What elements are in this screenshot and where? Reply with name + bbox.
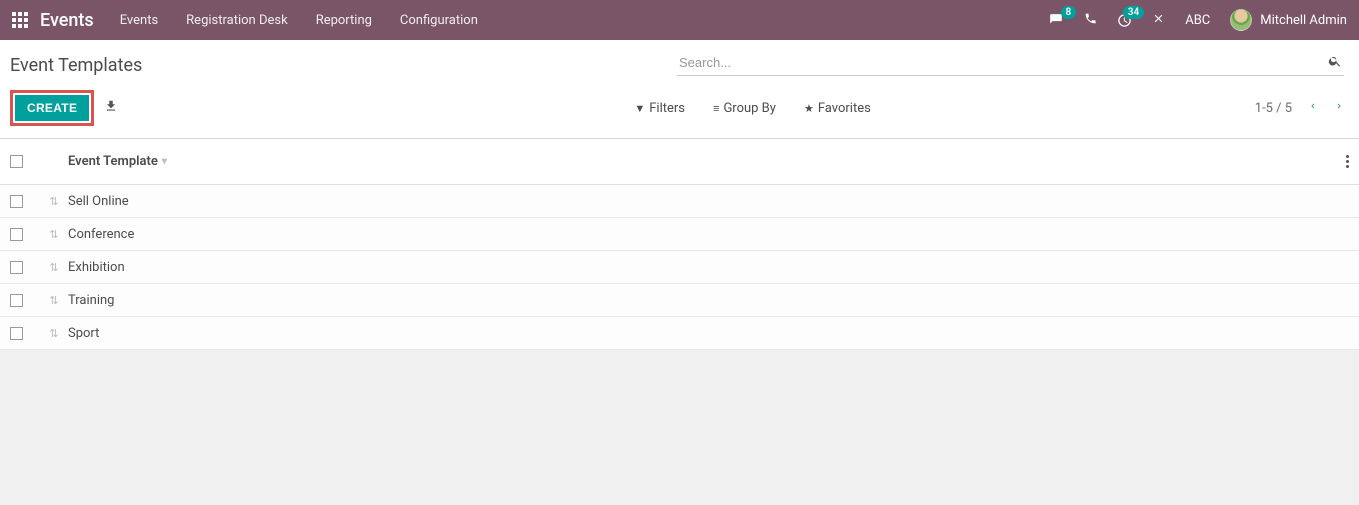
phone-button[interactable]	[1084, 12, 1097, 29]
create-highlight: CREATE	[10, 90, 94, 126]
column-header-name[interactable]: Event Template ▾	[68, 154, 1329, 169]
filters-button[interactable]: ▼ Filters	[634, 101, 685, 116]
group-by-button[interactable]: ≡ Group By	[713, 101, 776, 116]
messages-badge: 8	[1061, 6, 1077, 19]
table-row[interactable]: ⇅ Sport	[0, 317, 1359, 350]
group-by-label: Group By	[723, 101, 776, 116]
export-button[interactable]	[104, 99, 118, 117]
row-checkbox[interactable]	[10, 195, 23, 208]
row-checkbox[interactable]	[10, 327, 23, 340]
search-input[interactable]	[677, 50, 1326, 75]
activities-badge: 34	[1123, 6, 1144, 19]
chevron-left-icon	[1308, 99, 1318, 113]
pager-text[interactable]: 1-5 / 5	[1255, 101, 1292, 116]
select-all-checkbox[interactable]	[10, 155, 23, 168]
download-icon	[104, 99, 118, 113]
apps-menu-icon[interactable]	[12, 12, 28, 28]
table-row[interactable]: ⇅ Training	[0, 284, 1359, 317]
row-checkbox[interactable]	[10, 261, 23, 274]
row-name: Exhibition	[68, 260, 1349, 275]
star-icon: ★	[804, 102, 814, 115]
chevron-right-icon	[1334, 99, 1344, 113]
apps-grid-icon	[12, 12, 28, 28]
drag-handle-icon[interactable]: ⇅	[49, 327, 58, 340]
kebab-icon	[1346, 155, 1349, 168]
close-icon	[1152, 12, 1165, 25]
activities-button[interactable]: 34	[1117, 13, 1132, 28]
user-menu[interactable]: Mitchell Admin	[1230, 9, 1347, 31]
favorites-button[interactable]: ★ Favorites	[804, 101, 871, 116]
app-brand[interactable]: Events	[40, 10, 94, 31]
drag-handle-icon[interactable]: ⇅	[49, 195, 58, 208]
username: Mitchell Admin	[1260, 13, 1347, 28]
nav-configuration[interactable]: Configuration	[400, 13, 478, 28]
create-button[interactable]: CREATE	[15, 95, 89, 121]
drag-handle-icon[interactable]: ⇅	[49, 261, 58, 274]
filters-label: Filters	[649, 101, 685, 116]
search-button[interactable]	[1326, 54, 1344, 72]
sort-caret-icon: ▾	[162, 156, 167, 167]
page-title: Event Templates	[10, 55, 677, 76]
nav-events[interactable]: Events	[120, 13, 158, 28]
company-switcher[interactable]: ABC	[1185, 13, 1210, 28]
search-icon	[1328, 54, 1342, 68]
row-name: Sell Online	[68, 194, 1349, 209]
row-checkbox[interactable]	[10, 228, 23, 241]
row-name: Conference	[68, 227, 1349, 242]
row-name: Sport	[68, 326, 1349, 341]
nav-reporting[interactable]: Reporting	[316, 13, 372, 28]
messages-button[interactable]: 8	[1048, 13, 1064, 27]
table-row[interactable]: ⇅ Exhibition	[0, 251, 1359, 284]
nav-registration-desk[interactable]: Registration Desk	[186, 13, 288, 28]
drag-handle-icon[interactable]: ⇅	[49, 294, 58, 307]
favorites-label: Favorites	[818, 101, 871, 116]
funnel-icon: ▼	[634, 102, 645, 115]
pager-next[interactable]	[1334, 99, 1344, 117]
column-options-button[interactable]	[1329, 155, 1349, 168]
close-button[interactable]	[1152, 12, 1165, 29]
table-row[interactable]: ⇅ Conference	[0, 218, 1359, 251]
list-icon: ≡	[713, 102, 719, 115]
avatar	[1230, 9, 1252, 31]
pager-prev[interactable]	[1308, 99, 1318, 117]
row-name: Training	[68, 293, 1349, 308]
table-row[interactable]: ⇅ Sell Online	[0, 185, 1359, 218]
column-header-label: Event Template	[68, 154, 158, 169]
drag-handle-icon[interactable]: ⇅	[49, 228, 58, 241]
phone-icon	[1084, 12, 1097, 25]
list-header-row: Event Template ▾	[0, 139, 1359, 185]
row-checkbox[interactable]	[10, 294, 23, 307]
